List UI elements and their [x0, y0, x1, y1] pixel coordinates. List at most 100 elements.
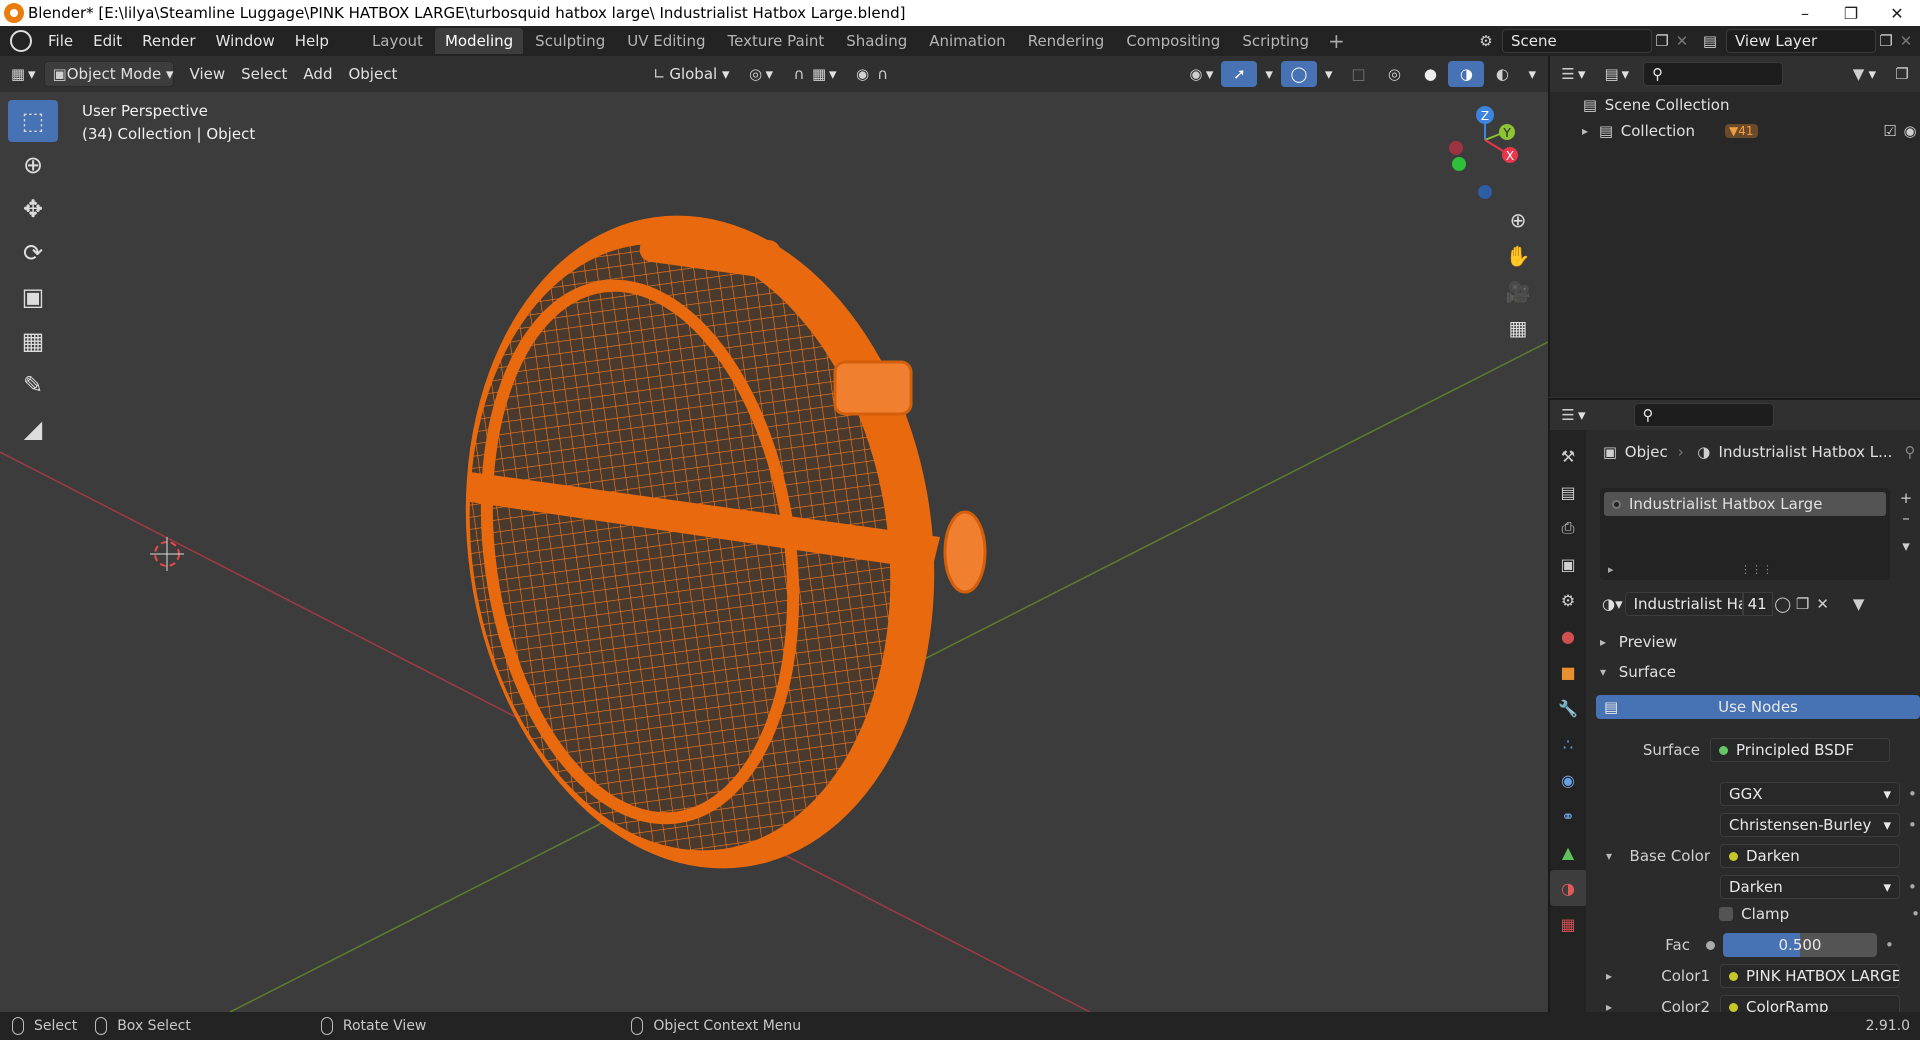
slot-specials-icon[interactable]: ▾: [1896, 536, 1916, 556]
outliner-search-input[interactable]: ⚲: [1643, 62, 1784, 86]
remove-slot-icon[interactable]: –: [1896, 508, 1916, 528]
unlink-material-icon[interactable]: ✕: [1813, 594, 1833, 614]
editor-type-button[interactable]: ▦ ▾: [0, 61, 44, 87]
menu-render[interactable]: Render: [132, 32, 205, 50]
menu-select[interactable]: Select: [233, 61, 295, 87]
tab-world[interactable]: ●: [1550, 618, 1586, 654]
clamp-checkbox[interactable]: [1719, 907, 1734, 921]
duplicate-material-icon[interactable]: ❐: [1793, 594, 1813, 614]
transform-orientation-dropdown[interactable]: ∟ Global ▾: [641, 61, 737, 87]
new-collection-button[interactable]: ❐: [1884, 61, 1920, 87]
zoom-button[interactable]: ⊕: [1500, 202, 1536, 238]
outliner-row-scene-collection[interactable]: ▤ Scene Collection: [1550, 92, 1920, 118]
tab-sculpting[interactable]: Sculpting: [525, 28, 615, 54]
tab-rendering[interactable]: Rendering: [1018, 28, 1115, 54]
pivot-point-button[interactable]: ◎ ▾: [738, 61, 782, 87]
material-name-field[interactable]: Industrialist Ha...: [1624, 592, 1743, 616]
scale-tool[interactable]: ▣: [8, 276, 58, 318]
base-color-field[interactable]: Darken: [1720, 844, 1900, 868]
tab-texture[interactable]: ▦: [1550, 906, 1586, 942]
tab-compositing[interactable]: Compositing: [1116, 28, 1230, 54]
keyframe-dot-icon[interactable]: •: [1908, 878, 1917, 896]
proportional-edit-toggle[interactable]: ◉ ∩: [845, 61, 901, 87]
gizmo-dropdown[interactable]: ▾: [1257, 61, 1281, 87]
list-expand-icon[interactable]: ▸: [1608, 563, 1614, 576]
exclude-checkbox-icon[interactable]: ☑: [1880, 121, 1900, 141]
tab-output[interactable]: ⎙: [1550, 510, 1586, 546]
transform-tool[interactable]: ▦: [8, 320, 58, 362]
3d-cursor-icon[interactable]: [150, 537, 184, 571]
material-link-icon[interactable]: ▼: [1849, 594, 1869, 614]
material-slot-item[interactable]: Industrialist Hatbox Large: [1604, 492, 1886, 516]
tab-modeling[interactable]: Modeling: [434, 28, 524, 54]
surface-shader-field[interactable]: Principled BSDF: [1710, 738, 1890, 762]
minimize-button[interactable]: –: [1782, 4, 1828, 23]
expand-arrow-icon[interactable]: ▸: [1582, 124, 1596, 138]
close-window-button[interactable]: ✕: [1874, 4, 1920, 23]
keyframe-dot-icon[interactable]: •: [1908, 816, 1917, 834]
keyframe-dot-icon[interactable]: •: [1911, 905, 1920, 923]
tab-physics[interactable]: ◉: [1550, 762, 1586, 798]
browse-material-button[interactable]: ◑ ▾: [1600, 591, 1625, 617]
delete-view-layer-icon[interactable]: ✕: [1896, 31, 1916, 51]
tab-animation[interactable]: Animation: [919, 28, 1015, 54]
menu-help[interactable]: Help: [285, 32, 339, 50]
color2-field[interactable]: ColorRamp: [1720, 995, 1900, 1012]
color1-expand-icon[interactable]: ▸: [1606, 969, 1620, 983]
tab-shading[interactable]: Shading: [836, 28, 917, 54]
visibility-eye-icon[interactable]: ◉: [1900, 121, 1920, 141]
tab-constraints[interactable]: ⚭: [1550, 798, 1586, 834]
new-scene-icon[interactable]: ❐: [1652, 31, 1672, 51]
base-color-expand-icon[interactable]: ▾: [1606, 849, 1620, 863]
view-layer-selector[interactable]: View Layer: [1726, 29, 1876, 53]
use-nodes-button[interactable]: ▤ Use Nodes: [1596, 695, 1920, 719]
tab-tool[interactable]: ⚒: [1550, 438, 1586, 474]
overlays-dropdown[interactable]: ▾: [1317, 61, 1341, 87]
delete-scene-icon[interactable]: ✕: [1672, 31, 1692, 51]
pin-icon[interactable]: ⚲: [1900, 442, 1920, 462]
annotate-tool[interactable]: ✎: [8, 364, 58, 406]
pan-button[interactable]: ✋: [1500, 238, 1536, 274]
menu-add[interactable]: Add: [295, 61, 340, 87]
measure-tool[interactable]: ◢: [8, 408, 58, 450]
color1-field[interactable]: PINK HATBOX LARGE_...: [1720, 964, 1900, 988]
tab-view-layer[interactable]: ▣: [1550, 546, 1586, 582]
subsurface-method-dropdown[interactable]: Christensen-Burley ▾: [1720, 813, 1900, 837]
tab-object[interactable]: ■: [1550, 654, 1586, 690]
xray-toggle[interactable]: □: [1340, 61, 1376, 87]
tab-modifiers[interactable]: 🔧: [1550, 690, 1586, 726]
blend-mode-dropdown[interactable]: Darken ▾: [1720, 875, 1900, 899]
tab-material[interactable]: ◑: [1550, 870, 1586, 906]
tab-particles[interactable]: ∴: [1550, 726, 1586, 762]
keyframe-dot-icon[interactable]: •: [1908, 785, 1917, 803]
surface-panel-header[interactable]: ▾ Surface: [1586, 658, 1920, 686]
move-tool[interactable]: ✥: [8, 188, 58, 230]
outliner-editor-type[interactable]: ☰ ▾: [1550, 61, 1594, 87]
properties-editor-type[interactable]: ☰ ▾: [1550, 402, 1594, 428]
material-users-count[interactable]: 41: [1742, 592, 1773, 616]
tab-render[interactable]: ▤: [1550, 474, 1586, 510]
hatbox-model[interactable]: [425, 185, 987, 899]
select-box-tool[interactable]: ⬚: [8, 100, 58, 142]
color2-expand-icon[interactable]: ▸: [1606, 1000, 1620, 1012]
ortho-toggle-button[interactable]: ▦: [1500, 310, 1536, 346]
object-mode-dropdown[interactable]: ▣ Object Mode ▾: [43, 61, 174, 87]
fake-user-icon[interactable]: ◯: [1773, 594, 1793, 614]
gizmo-toggle[interactable]: ➚: [1221, 61, 1258, 87]
tab-uv-editing[interactable]: UV Editing: [617, 28, 715, 54]
fac-slider[interactable]: 0.500: [1723, 933, 1877, 957]
menu-window[interactable]: Window: [206, 32, 285, 50]
add-slot-icon[interactable]: +: [1896, 488, 1916, 508]
view-layer-icon[interactable]: ▤: [1700, 31, 1720, 51]
shading-dropdown[interactable]: ▾: [1520, 61, 1544, 87]
rotate-tool[interactable]: ⟳: [8, 232, 58, 274]
blender-menu-icon[interactable]: [10, 30, 32, 52]
new-view-layer-icon[interactable]: ❐: [1876, 31, 1896, 51]
shading-rendered[interactable]: ◐: [1484, 61, 1520, 87]
add-workspace-icon[interactable]: +: [1320, 29, 1353, 53]
snap-toggle[interactable]: ∩ ▦ ▾: [781, 61, 845, 87]
navigation-gizmo[interactable]: Z Y X: [1430, 100, 1520, 200]
filter-dropdown[interactable]: ▼ ▾: [1840, 61, 1884, 87]
3d-viewport[interactable]: ⬚ ⊕ ✥ ⟳ ▣ ▦ ✎ ◢ User Perspective (34) Co…: [0, 92, 1548, 1012]
shading-wireframe[interactable]: ◎: [1376, 61, 1412, 87]
